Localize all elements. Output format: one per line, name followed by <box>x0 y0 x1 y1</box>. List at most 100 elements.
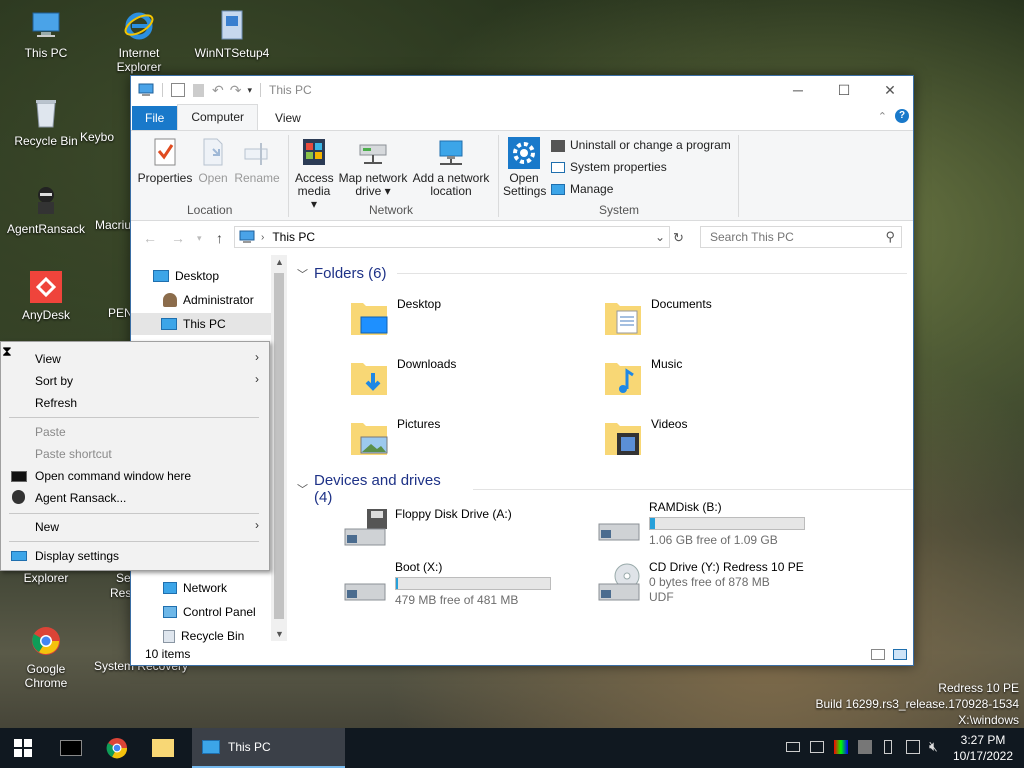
desktop-icon-explorer[interactable]: Explorer <box>4 571 88 585</box>
forward-icon[interactable]: → <box>171 230 185 246</box>
tab-file[interactable]: File <box>132 106 178 130</box>
nav-item-administrator[interactable]: Administrator <box>163 289 254 311</box>
drive-floppy[interactable]: Floppy Disk Drive (A:) <box>341 507 512 549</box>
maximize-button[interactable]: ☐ <box>821 76 867 104</box>
nav-item-this-pc[interactable]: This PC <box>131 313 271 335</box>
scroll-down-icon[interactable]: ▼ <box>275 629 284 639</box>
refresh-icon[interactable]: ↻ <box>673 230 687 245</box>
manage-button[interactable]: Manage <box>551 183 613 196</box>
uninstall-program-button[interactable]: Uninstall or change a program <box>551 139 731 152</box>
desktop-icon-keyboard[interactable]: Keybo <box>80 130 130 144</box>
folder-downloads[interactable]: Downloads <box>349 357 456 397</box>
drive-cd[interactable]: CD Drive (Y:) Redress 10 PE 0 bytes free… <box>595 560 804 608</box>
customize-quick-access-icon[interactable]: ▾ <box>247 85 252 96</box>
collapse-chevron-icon[interactable]: ﹀ <box>297 266 308 282</box>
menu-item-display-settings[interactable]: Display settings <box>35 549 119 563</box>
tab-view[interactable]: View <box>262 106 314 130</box>
undo-icon[interactable]: ↶ <box>212 82 224 99</box>
address-dropdown-icon[interactable]: ⌄ <box>655 230 665 244</box>
address-bar[interactable]: › This PC ⌄ <box>234 226 670 248</box>
large-icons-view-icon[interactable] <box>893 648 907 660</box>
menu-item-refresh[interactable]: Refresh <box>35 396 77 410</box>
desktop-icon-internet-explorer[interactable]: Internet Explorer <box>97 8 181 74</box>
folder-music[interactable]: Music <box>603 357 682 397</box>
usb-tray-icon[interactable] <box>884 740 892 754</box>
desktop-icon-this-pc[interactable]: This PC <box>4 8 88 60</box>
menu-item-sort-by[interactable]: Sort by <box>35 374 73 388</box>
taskbar-this-pc-window[interactable]: This PC <box>192 728 345 768</box>
minimize-button[interactable]: ─ <box>775 76 821 104</box>
search-box[interactable]: ⚲ <box>700 226 902 248</box>
folder-desktop[interactable]: Desktop <box>349 297 441 337</box>
properties-quick-icon[interactable] <box>171 83 185 97</box>
add-network-location-button[interactable]: Add a network location <box>411 137 491 198</box>
folder-videos[interactable]: Videos <box>603 417 687 457</box>
menu-item-paste-shortcut[interactable]: Paste shortcut <box>35 447 112 461</box>
collapse-chevron-icon[interactable]: ﹀ <box>297 481 308 497</box>
taskbar-chrome[interactable] <box>94 728 140 768</box>
help-icon[interactable]: ? <box>895 109 909 123</box>
desktop-icon-recycle-bin[interactable]: Recycle Bin <box>4 96 88 148</box>
folder-pictures[interactable]: Pictures <box>349 417 440 457</box>
close-button[interactable]: ✕ <box>867 76 913 104</box>
recycle-bin-icon <box>29 96 63 130</box>
keyboard-icon[interactable] <box>786 742 800 752</box>
agent-ransack-icon <box>12 490 25 504</box>
title-bar[interactable]: ↶ ↷ ▾ This PC ─ ☐ ✕ <box>131 76 913 104</box>
system-properties-button[interactable]: System properties <box>551 161 667 174</box>
menu-item-paste[interactable]: Paste <box>35 425 66 439</box>
volume-muted-icon[interactable]: 🔇︎ <box>929 738 938 755</box>
tab-computer[interactable]: Computer <box>177 104 259 130</box>
rename-button[interactable]: Rename <box>234 137 280 185</box>
breadcrumb[interactable]: This PC <box>272 230 315 244</box>
menu-item-new[interactable]: New <box>35 520 59 534</box>
open-settings-button[interactable]: Open Settings <box>503 137 546 198</box>
search-icon[interactable]: ⚲ <box>885 229 895 245</box>
color-tray-icon[interactable] <box>834 740 848 754</box>
recent-locations-icon[interactable]: ▾ <box>197 233 202 244</box>
network-tray-icon[interactable] <box>810 741 824 753</box>
open-button[interactable]: Open <box>195 137 231 185</box>
access-media-label-2: media ▾ <box>297 184 331 211</box>
nav-scrollbar[interactable]: ▲ ▼ <box>271 255 287 641</box>
menu-item-agent-ransack[interactable]: Agent Ransack... <box>35 491 126 505</box>
breadcrumb-chevron-icon[interactable]: › <box>261 232 264 243</box>
scrollbar-thumb[interactable] <box>274 273 284 619</box>
new-folder-quick-icon[interactable] <box>193 83 204 97</box>
redo-icon[interactable]: ↷ <box>230 82 242 99</box>
taskbar-command-prompt[interactable] <box>48 728 94 768</box>
window-title: This PC <box>269 83 312 97</box>
properties-button[interactable]: Properties <box>137 137 193 185</box>
winntsetup-icon <box>215 8 249 42</box>
add-network-location-label-2: location <box>430 184 472 198</box>
nav-item-desktop[interactable]: Desktop <box>153 265 219 287</box>
folder-documents[interactable]: Documents <box>603 297 712 337</box>
desktop-icon-res[interactable]: Res <box>110 586 131 600</box>
safely-remove-icon[interactable] <box>906 740 920 754</box>
display-tray-icon[interactable] <box>858 740 872 754</box>
drive-boot[interactable]: Boot (X:) 479 MB free of 481 MB <box>341 560 551 608</box>
desktop-icon-macrium[interactable]: Macriu <box>95 218 135 232</box>
search-input[interactable] <box>708 229 872 245</box>
back-icon[interactable]: ← <box>143 230 157 246</box>
menu-item-view[interactable]: View <box>35 352 61 366</box>
access-media-button[interactable]: Access media ▾ <box>295 137 334 211</box>
taskbar-file-explorer[interactable] <box>140 728 186 768</box>
collapse-ribbon-icon[interactable]: ⌃ <box>878 110 887 123</box>
folders-section-header[interactable]: ﹀ Folders (6) <box>297 265 907 282</box>
details-view-icon[interactable] <box>871 648 885 660</box>
drive-ramdisk[interactable]: RAMDisk (B:) 1.06 GB free of 1.09 GB <box>595 500 805 548</box>
scroll-up-icon[interactable]: ▲ <box>275 257 284 267</box>
map-network-drive-button[interactable]: Map network drive ▾ <box>337 137 409 198</box>
nav-item-network[interactable]: Network <box>163 577 227 599</box>
desktop-icon-anydesk[interactable]: AnyDesk <box>4 270 88 322</box>
nav-item-control-panel[interactable]: Control Panel <box>163 601 256 623</box>
desktop-icon-agentransack[interactable]: AgentRansack <box>4 184 88 236</box>
menu-item-open-command-window[interactable]: Open command window here <box>35 469 191 483</box>
up-icon[interactable]: ↑ <box>216 230 223 246</box>
start-button[interactable] <box>0 728 46 768</box>
computer-icon <box>138 83 154 97</box>
desktop-icon-google-chrome[interactable]: Google Chrome <box>4 624 88 690</box>
taskbar-clock[interactable]: 3:27 PM 10/17/2022 <box>948 732 1018 764</box>
desktop-icon-winntsetup[interactable]: WinNTSetup4 <box>190 8 274 60</box>
